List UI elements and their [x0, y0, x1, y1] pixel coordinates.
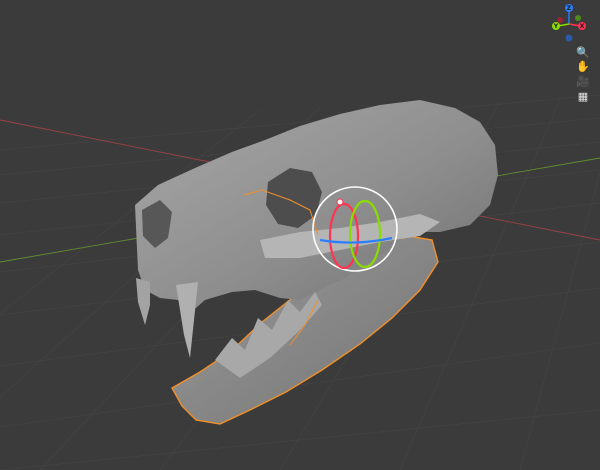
camera-icon[interactable]: 🎥 [575, 73, 591, 89]
navigation-gizmo[interactable]: Z X Y [552, 4, 586, 42]
skull-mesh[interactable] [135, 100, 498, 425]
3d-viewport[interactable]: Z X Y 🔍 ✋ 🎥 ▦ [0, 0, 600, 470]
gizmo-pivot-dot [336, 198, 344, 206]
upper-canine-right [176, 282, 198, 358]
neg-x-axis-handle[interactable] [557, 17, 563, 23]
upper-canine-left [136, 278, 150, 325]
viewport-scene[interactable]: Z X Y [0, 0, 600, 470]
x-axis-label: X [580, 23, 585, 30]
y-axis-label: Y [553, 23, 559, 30]
z-axis-label: Z [567, 5, 572, 12]
neg-y-axis-handle[interactable] [575, 15, 581, 21]
neg-z-axis-handle[interactable] [565, 34, 573, 42]
pan-hand-icon[interactable]: ✋ [575, 58, 591, 74]
ortho-grid-icon[interactable]: ▦ [575, 88, 591, 104]
